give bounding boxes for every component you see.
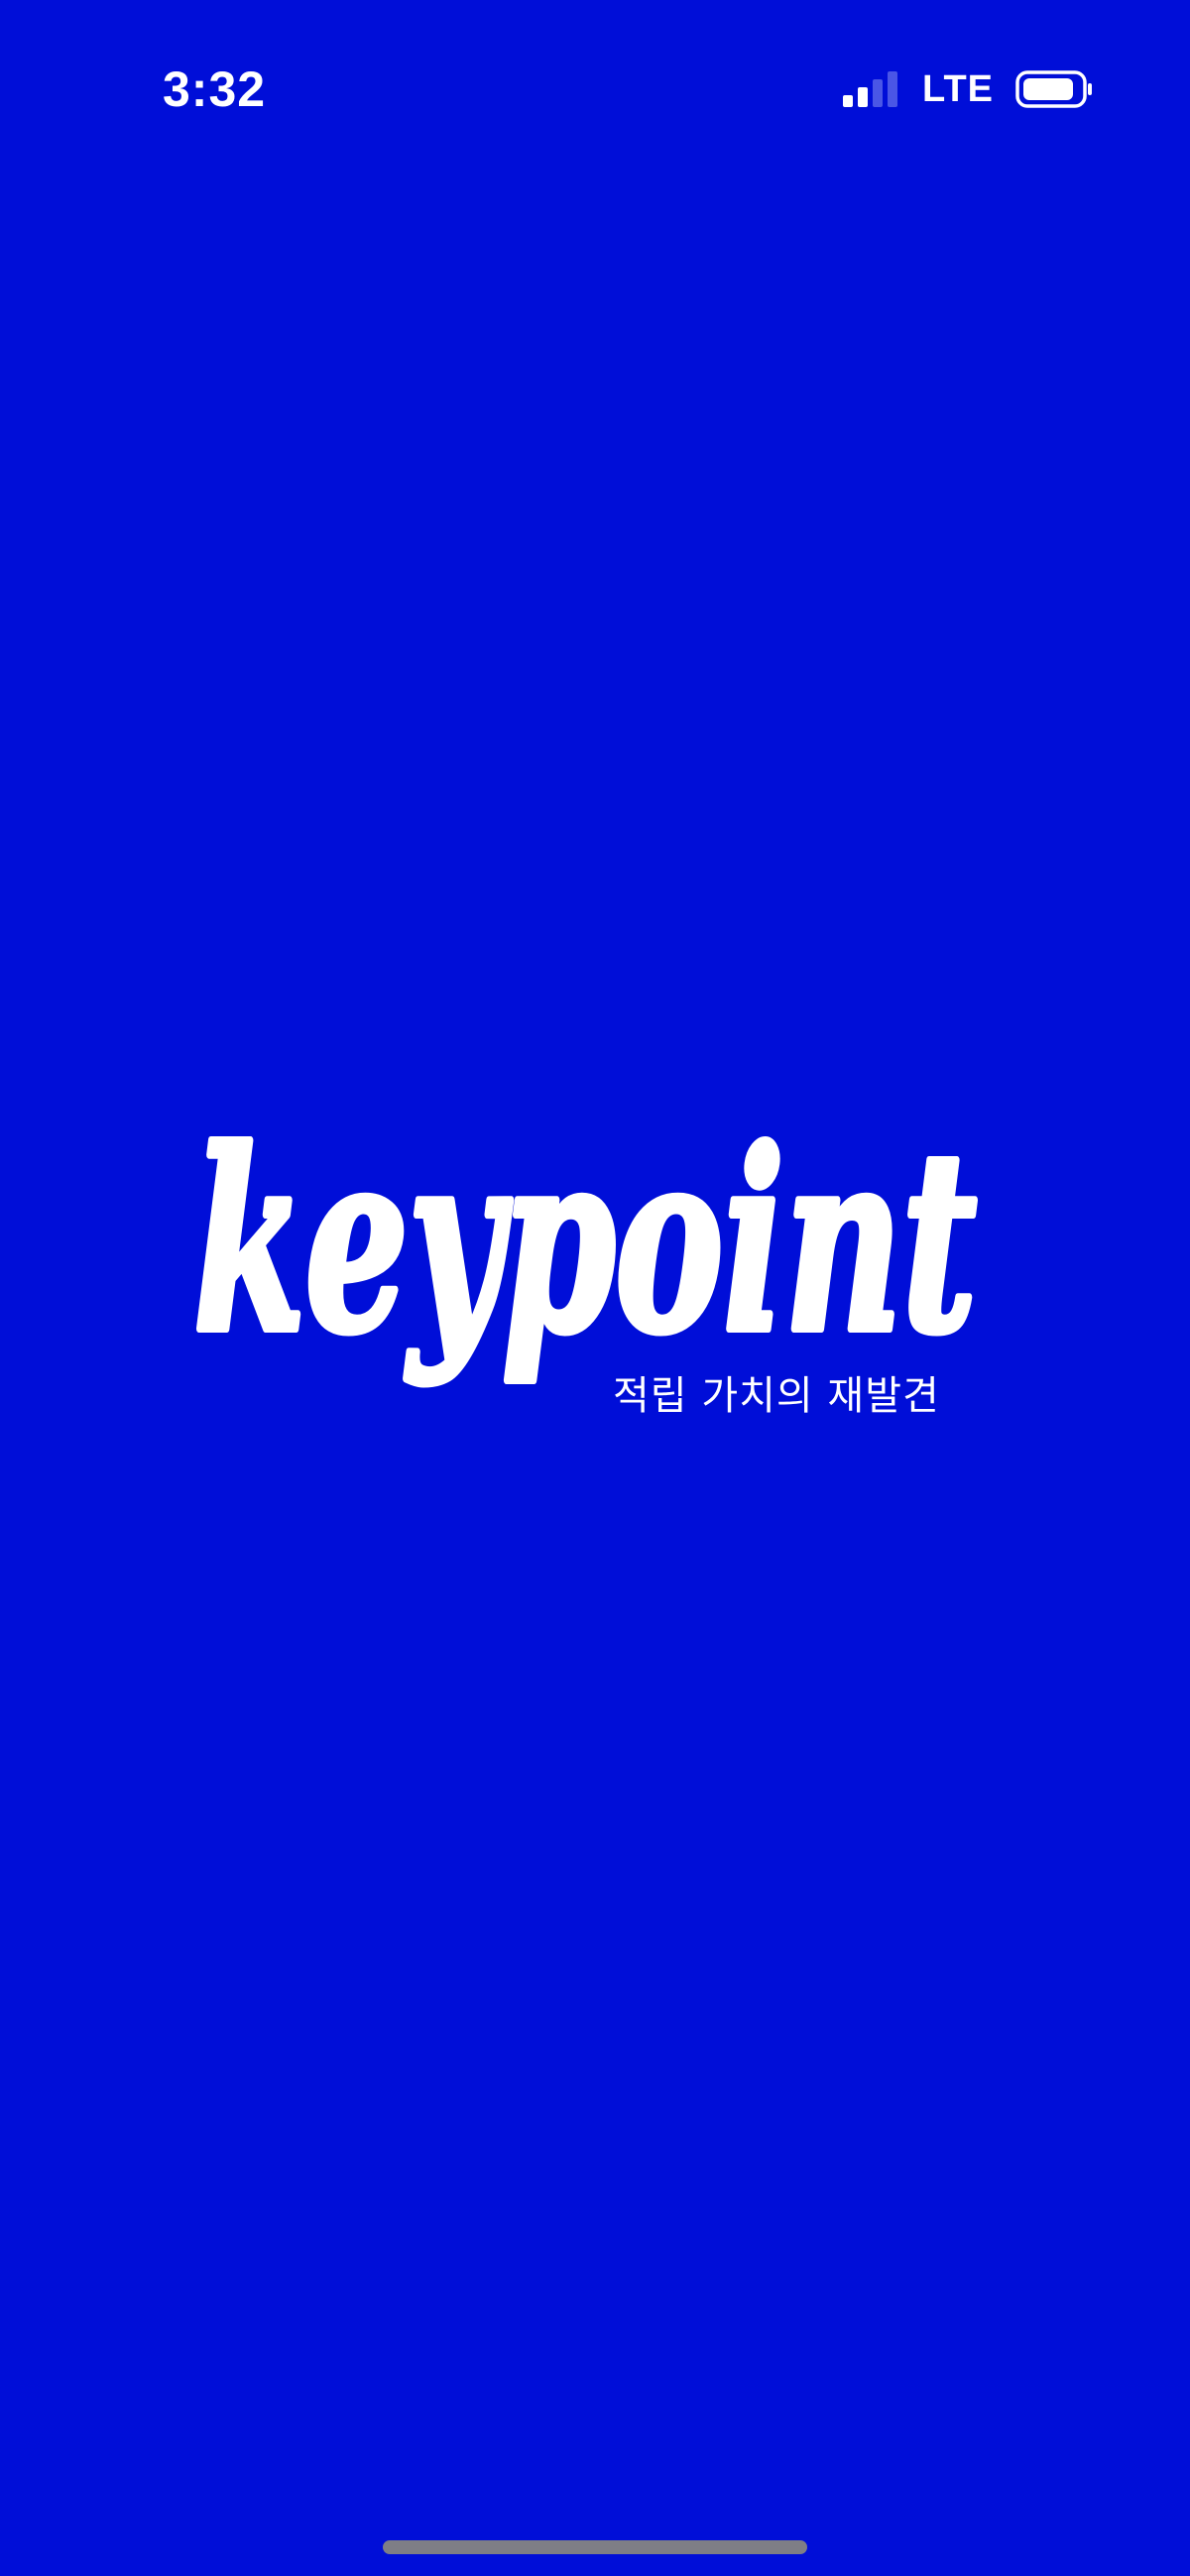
- cellular-signal-icon: [843, 71, 898, 107]
- status-indicators: LTE: [841, 61, 1095, 117]
- app-logo: keypoint: [188, 1092, 1002, 1477]
- tagline: 적립 가치의 재발견: [613, 1373, 940, 1419]
- network-type-label: LTE: [922, 68, 994, 110]
- logo-text: keypoint: [193, 1096, 977, 1387]
- home-indicator[interactable]: [383, 2540, 807, 2554]
- status-time: 3:32: [163, 61, 267, 117]
- battery-icon: [1015, 70, 1092, 108]
- logo-wordmark: keypoint: [189, 1092, 981, 1391]
- status-bar: 3:32 LTE: [0, 0, 1190, 178]
- splash-screen: 3:32 LTE keypoint 적립 가치의 재발견: [0, 0, 1190, 2576]
